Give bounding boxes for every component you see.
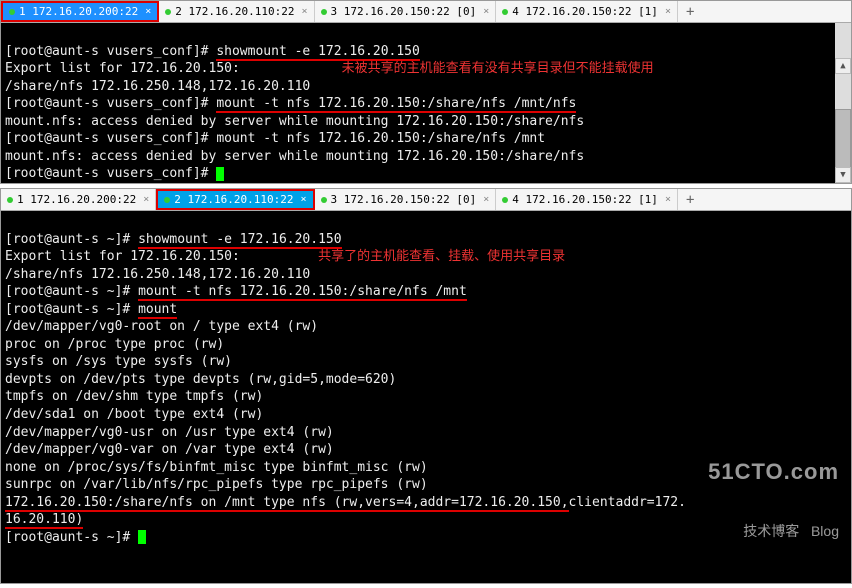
output-line: sunrpc on /var/lib/nfs/rpc_pipefs type r… [5,477,428,492]
terminal-output-2[interactable]: [root@aunt-s ~]# showmount -e 172.16.20.… [1,211,851,583]
annotation-note: 未被共享的主机能查看有没有共享目录但不能挂载使用 [342,61,654,76]
output-line: tmpfs on /dev/shm type tmpfs (rw) [5,389,263,404]
output-line: /dev/mapper/vg0-var on /var type ext4 (r… [5,442,334,457]
command: mount -t nfs 172.16.20.150:/share/nfs /m… [138,284,467,301]
tab-1-2[interactable]: 2 172.16.20.110:22 × [159,1,314,22]
status-dot-icon [321,197,327,203]
close-icon[interactable]: × [665,6,671,17]
close-icon[interactable]: × [483,6,489,17]
tab-2-4[interactable]: 4 172.16.20.150:22 [1] × [496,189,678,210]
output-line: mount.nfs: access denied by server while… [5,114,584,129]
tab-2-1[interactable]: 1 172.16.20.200:22 × [1,189,156,210]
prompt: [root@aunt-s vusers_conf]# [5,131,216,146]
terminal-panel-1: 1 172.16.20.200:22 × 2 172.16.20.110:22 … [0,0,852,184]
tab-label: 4 172.16.20.150:22 [1] [512,193,658,206]
output-line: /dev/mapper/vg0-usr on /usr type ext4 (r… [5,425,334,440]
scrollbar[interactable]: ▲ ▼ [835,23,851,183]
output-line: 172.16.20.150:/share/nfs on /mnt type nf… [5,495,569,512]
tab-label: 3 172.16.20.150:22 [0] [331,193,477,206]
status-dot-icon [165,9,171,15]
command: mount -t nfs 172.16.20.150:/share/nfs /m… [216,96,576,113]
scroll-down-icon[interactable]: ▼ [835,167,851,183]
output-line: Export list for 172.16.20.150: [5,249,240,264]
cursor-icon [138,530,146,544]
status-dot-icon [7,197,13,203]
output-line: none on /proc/sys/fs/binfmt_misc type bi… [5,460,428,475]
command: showmount -e 172.16.20.150 [216,44,420,61]
close-icon[interactable]: × [145,6,151,17]
status-dot-icon [502,9,508,15]
status-dot-icon [502,197,508,203]
add-tab-button[interactable]: + [678,1,702,22]
terminal-panel-2: 1 172.16.20.200:22 × 2 172.16.20.110:22 … [0,188,852,584]
scroll-up-icon[interactable]: ▲ [835,58,851,74]
status-dot-icon [321,9,327,15]
status-dot-icon [164,197,170,203]
output-line: /share/nfs 172.16.250.148,172.16.20.110 [5,267,310,282]
watermark-line1: 51CTO.com [708,457,839,487]
watermark-line2: 技术博客 Blog [708,522,839,541]
tab-2-2[interactable]: 2 172.16.20.110:22 × [156,189,314,210]
cursor-icon [216,167,224,181]
tab-1-3[interactable]: 3 172.16.20.150:22 [0] × [315,1,497,22]
command: mount [138,302,177,319]
tab-label: 1 172.16.20.200:22 [17,193,136,206]
output-line: mount.nfs: access denied by server while… [5,149,584,164]
add-tab-button[interactable]: + [678,189,702,210]
output-line: 16.20.110) [5,512,83,529]
tab-1-4[interactable]: 4 172.16.20.150:22 [1] × [496,1,678,22]
output-line: /dev/mapper/vg0-root on / type ext4 (rw) [5,319,318,334]
prompt: [root@aunt-s ~]# [5,232,138,247]
prompt: [root@aunt-s vusers_conf]# [5,96,216,111]
tab-1-1[interactable]: 1 172.16.20.200:22 × [1,1,159,22]
output-line: Export list for 172.16.20.150: [5,61,240,76]
prompt: [root@aunt-s ~]# [5,530,138,545]
output-line: /dev/sda1 on /boot type ext4 (rw) [5,407,263,422]
tab-label: 1 172.16.20.200:22 [19,5,138,18]
tab-label: 3 172.16.20.150:22 [0] [331,5,477,18]
output-line: clientaddr=172. [569,495,686,510]
output-line: /share/nfs 172.16.250.148,172.16.20.110 [5,79,310,94]
status-dot-icon [9,9,15,15]
tabbar-2: 1 172.16.20.200:22 × 2 172.16.20.110:22 … [1,189,851,211]
terminal-output-1[interactable]: [root@aunt-s vusers_conf]# showmount -e … [1,23,851,183]
tab-2-3[interactable]: 3 172.16.20.150:22 [0] × [315,189,497,210]
tabbar-1: 1 172.16.20.200:22 × 2 172.16.20.110:22 … [1,1,851,23]
prompt: [root@aunt-s ~]# [5,284,138,299]
annotation-note: 共享了的主机能查看、挂载、使用共享目录 [318,249,565,264]
plus-icon: + [686,4,694,20]
close-icon[interactable]: × [483,194,489,205]
command: mount -t nfs 172.16.20.150:/share/nfs /m… [216,131,545,146]
tab-label: 4 172.16.20.150:22 [1] [512,5,658,18]
output-line: sysfs on /sys type sysfs (rw) [5,354,232,369]
close-icon[interactable]: × [300,194,306,205]
output-line: devpts on /dev/pts type devpts (rw,gid=5… [5,372,396,387]
output-line: proc on /proc type proc (rw) [5,337,224,352]
plus-icon: + [686,192,694,208]
close-icon[interactable]: × [301,6,307,17]
tab-label: 2 172.16.20.110:22 [174,193,293,206]
prompt: [root@aunt-s vusers_conf]# [5,166,216,181]
watermark: 51CTO.com 技术博客 Blog [708,422,839,576]
tab-label: 2 172.16.20.110:22 [175,5,294,18]
command: showmount -e 172.16.20.150 [138,232,342,249]
prompt: [root@aunt-s ~]# [5,302,138,317]
close-icon[interactable]: × [665,194,671,205]
prompt: [root@aunt-s vusers_conf]# [5,44,216,59]
close-icon[interactable]: × [143,194,149,205]
